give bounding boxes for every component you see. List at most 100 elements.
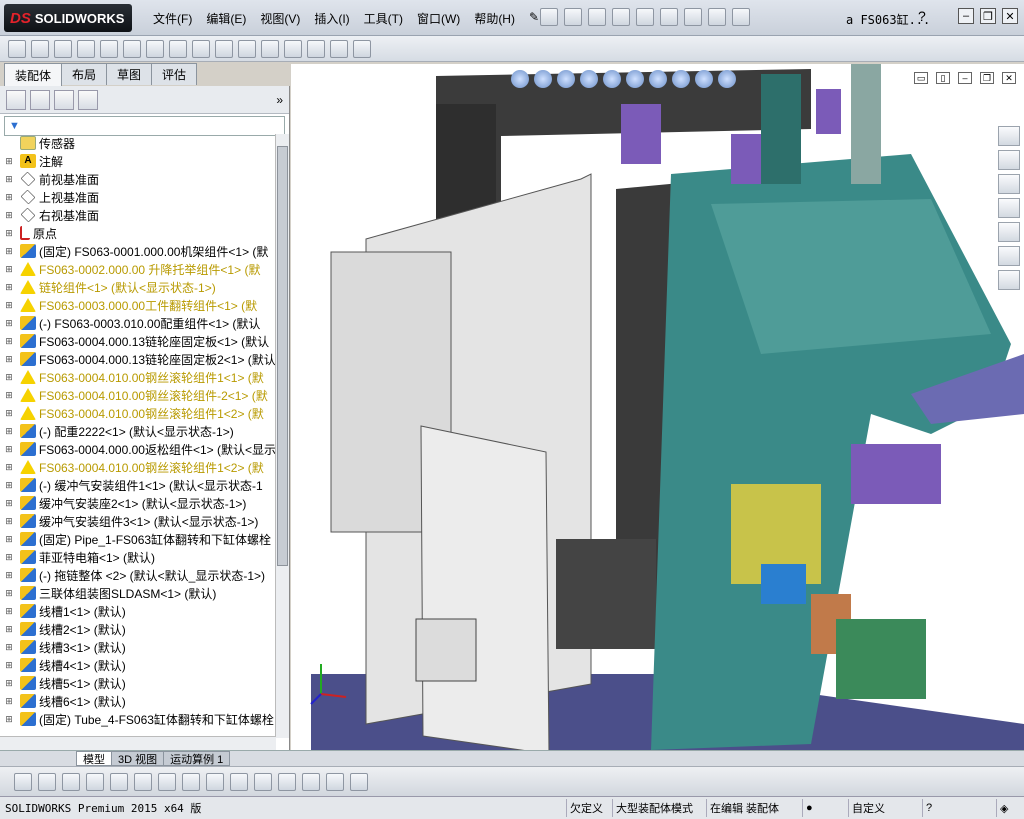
open-folder-icon[interactable] xyxy=(564,8,582,26)
expand-icon[interactable]: ⊞ xyxy=(4,282,14,293)
expand-icon[interactable]: ⊞ xyxy=(4,678,14,689)
instant3d-icon[interactable] xyxy=(307,39,325,58)
zoom-to-area-icon[interactable] xyxy=(534,70,552,88)
tab-model[interactable]: 模型 xyxy=(76,751,112,766)
viewport-close-icon[interactable]: ✕ xyxy=(1002,72,1016,84)
tree-item[interactable]: ⊞ FS063-0004.010.00钢丝滚轮组件-2<1> (默 xyxy=(0,386,276,404)
display-manager-icon[interactable] xyxy=(78,89,98,110)
tree-vertical-scrollbar[interactable] xyxy=(275,134,289,738)
expand-icon[interactable]: ⊞ xyxy=(4,174,14,185)
expand-icon[interactable]: ⊞ xyxy=(4,426,14,437)
menu-edit[interactable]: 编辑(E) xyxy=(199,10,253,27)
tree-item[interactable]: ⊞ (-) FS063-0003.010.00配重组件<1> (默认 xyxy=(0,314,276,332)
undo-icon[interactable] xyxy=(636,8,654,26)
scroll-thumb[interactable] xyxy=(277,146,288,566)
tree-item[interactable]: ⊞ (固定) Tube_4-FS063缸体翻转和下缸体螺栓 xyxy=(0,710,276,728)
tree-item[interactable]: ⊞ FS063-0004.010.00钢丝滚轮组件1<2> (默 xyxy=(0,458,276,476)
view-palette-icon[interactable] xyxy=(998,198,1020,218)
expand-icon[interactable]: ⊞ xyxy=(4,264,14,275)
previous-view-icon[interactable] xyxy=(557,70,575,88)
expand-icon[interactable]: ⊞ xyxy=(4,642,14,653)
section-view-icon[interactable] xyxy=(580,70,598,88)
solidworks-logo[interactable]: DS SOLIDWORKS xyxy=(4,4,132,32)
component-pattern-icon[interactable] xyxy=(77,39,95,58)
select-arrow-icon[interactable] xyxy=(660,8,678,26)
expand-icon[interactable]: ⊞ xyxy=(4,318,14,329)
show-hidden-icon[interactable] xyxy=(146,39,164,58)
view-orientation-icon[interactable] xyxy=(603,70,621,88)
camera-icon[interactable] xyxy=(326,772,344,791)
split-vertical-icon[interactable]: ▯ xyxy=(936,72,950,84)
tab-evaluate[interactable]: 评估 xyxy=(151,63,198,85)
tree-item[interactable]: ⊞ 线槽5<1> (默认) xyxy=(0,674,276,692)
expand-icon[interactable]: ⊞ xyxy=(4,552,14,563)
tags-icon[interactable]: ◈ xyxy=(996,799,1011,817)
save-icon[interactable] xyxy=(588,8,606,26)
tab-layout[interactable]: 布局 xyxy=(61,63,108,85)
tree-item[interactable]: 传感器 xyxy=(0,134,276,152)
tab-sketch[interactable]: 草图 xyxy=(106,63,153,85)
minimize-icon[interactable]: – xyxy=(958,8,974,24)
configuration-manager-icon[interactable] xyxy=(54,89,74,110)
expand-icon[interactable]: ⊞ xyxy=(4,372,14,383)
mirror-icon[interactable] xyxy=(182,772,200,791)
tree-item[interactable]: ⊞ 前视基准面 xyxy=(0,170,276,188)
menu-insert[interactable]: 插入(I) xyxy=(307,10,356,27)
tree-item[interactable]: ⊞ 线槽1<1> (默认) xyxy=(0,602,276,620)
tab-3d-view[interactable]: 3D 视图 xyxy=(111,751,165,766)
tree-item[interactable]: ⊞ 线槽3<1> (默认) xyxy=(0,638,276,656)
expand-icon[interactable]: ⊞ xyxy=(4,480,14,491)
reference-geometry-icon[interactable] xyxy=(192,39,210,58)
tree-item[interactable]: ⊞ FS063-0003.000.00工件翻转组件<1> (默 xyxy=(0,296,276,314)
table-icon[interactable] xyxy=(350,772,368,791)
units-custom[interactable]: 自定义 xyxy=(848,799,888,817)
tree-item[interactable]: ⊞ A 注解 xyxy=(0,152,276,170)
zoom-to-fit-icon[interactable] xyxy=(511,70,529,88)
tree-item[interactable]: ⊞ 线槽2<1> (默认) xyxy=(0,620,276,638)
restore-icon[interactable]: ❐ xyxy=(980,8,996,24)
expand-arrows-icon[interactable]: » xyxy=(276,93,283,107)
graphics-area[interactable]: ▭ ▯ – ❐ ✕ xyxy=(291,64,1024,750)
tree-item[interactable]: ⊞ (-) 拖链整体 <2> (默认<默认_显示状态-1>) xyxy=(0,566,276,584)
rebuild-status-icon[interactable]: ● xyxy=(802,799,822,817)
expand-icon[interactable]: ⊞ xyxy=(4,336,14,347)
shaded-box-icon[interactable] xyxy=(302,772,320,791)
split-horizontal-icon[interactable]: ▭ xyxy=(914,72,928,84)
3d-box-icon[interactable] xyxy=(278,772,296,791)
explode-line-sketch-icon[interactable] xyxy=(284,39,302,58)
solidworks-resources-icon[interactable] xyxy=(998,126,1020,146)
point-icon[interactable] xyxy=(38,772,56,791)
move-component-icon[interactable] xyxy=(123,39,141,58)
hide-show-items-icon[interactable] xyxy=(649,70,667,88)
view-settings-icon[interactable] xyxy=(718,70,736,88)
expand-icon[interactable]: ⊞ xyxy=(4,714,14,725)
menu-help[interactable]: 帮助(H) xyxy=(467,10,522,27)
expand-icon[interactable]: ⊞ xyxy=(4,606,14,617)
rebuild-traffic-light-icon[interactable] xyxy=(684,8,702,26)
display-style-icon[interactable] xyxy=(626,70,644,88)
help-question-icon[interactable]: ? xyxy=(922,799,935,817)
edit-appearance-icon[interactable] xyxy=(672,70,690,88)
design-library-icon[interactable] xyxy=(998,150,1020,170)
tree-item[interactable]: ⊞ 缓冲气安装座2<1> (默认<显示状态-1>) xyxy=(0,494,276,512)
assembly-features-icon[interactable] xyxy=(169,39,187,58)
menu-view[interactable]: 视图(V) xyxy=(253,10,307,27)
polygon-icon[interactable] xyxy=(110,772,128,791)
viewport-restore-icon[interactable]: ❐ xyxy=(980,72,994,84)
expand-icon[interactable]: ⊞ xyxy=(4,660,14,671)
file-explorer-icon[interactable] xyxy=(998,174,1020,194)
expand-icon[interactable]: ⊞ xyxy=(4,390,14,401)
custom-properties-icon[interactable] xyxy=(998,246,1020,266)
apply-scene-icon[interactable] xyxy=(695,70,713,88)
edit-component-icon[interactable] xyxy=(8,39,26,58)
tree-item[interactable]: ⊞ 上视基准面 xyxy=(0,188,276,206)
expand-icon[interactable]: ⊞ xyxy=(4,354,14,365)
viewport-minimize-icon[interactable]: – xyxy=(958,72,972,84)
take-snapshot-icon[interactable] xyxy=(353,39,371,58)
expand-icon[interactable]: ⊞ xyxy=(4,246,14,257)
tree-item[interactable]: ⊞ FS063-0004.010.00钢丝滚轮组件1<2> (默 xyxy=(0,404,276,422)
centerline-icon[interactable] xyxy=(158,772,176,791)
tree-item[interactable]: ⊞ (固定) FS063-0001.000.00机架组件<1> (默 xyxy=(0,242,276,260)
menu-window[interactable]: 窗口(W) xyxy=(410,10,467,27)
close-icon[interactable]: ✕ xyxy=(1002,8,1018,24)
